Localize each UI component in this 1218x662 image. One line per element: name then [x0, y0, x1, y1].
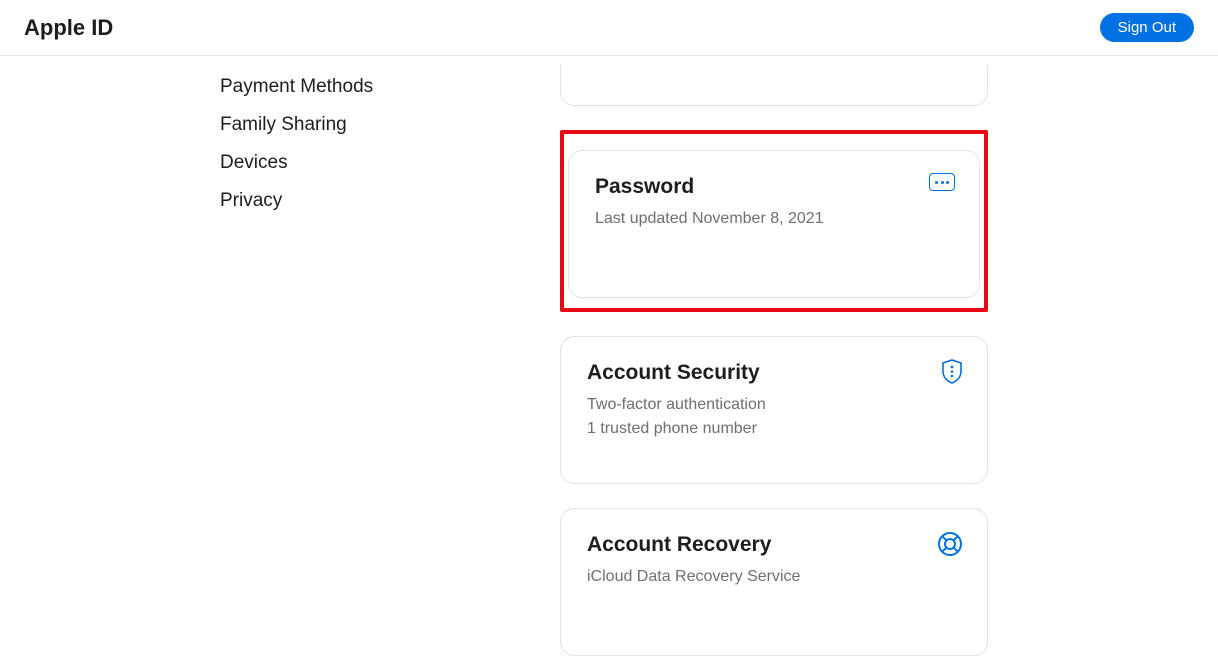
card-recovery-title: Account Recovery [587, 533, 961, 557]
card-security-line1: Two-factor authentication [587, 393, 961, 417]
card-account-recovery[interactable]: Account Recovery iCloud Data Recovery Se… [560, 508, 988, 656]
sign-out-button[interactable]: Sign Out [1100, 13, 1194, 42]
card-password-title: Password [595, 175, 953, 199]
sidebar-item-devices[interactable]: Devices [220, 144, 560, 182]
header: Apple ID Sign Out [0, 0, 1218, 56]
password-highlight: Password Last updated November 8, 2021 [560, 130, 988, 312]
page-title: Apple ID [24, 15, 113, 41]
more-icon[interactable] [929, 173, 955, 191]
cards-column: Password Last updated November 8, 2021 A… [560, 64, 1218, 656]
sidebar: Payment Methods Family Sharing Devices P… [0, 64, 560, 656]
sidebar-item-privacy[interactable]: Privacy [220, 182, 560, 220]
card-security-line2: 1 trusted phone number [587, 417, 961, 441]
card-password-subtext: Last updated November 8, 2021 [595, 207, 953, 231]
card-account-security[interactable]: Account Security Two-factor authenticati… [560, 336, 988, 484]
shield-icon [941, 359, 963, 385]
card-security-title: Account Security [587, 361, 961, 385]
sidebar-item-family-sharing[interactable]: Family Sharing [220, 106, 560, 144]
sidebar-item-payment-methods[interactable]: Payment Methods [220, 68, 560, 106]
content: Payment Methods Family Sharing Devices P… [0, 56, 1218, 656]
card-partial-above[interactable] [560, 64, 988, 106]
card-recovery-subtext: iCloud Data Recovery Service [587, 565, 961, 589]
lifebuoy-icon [937, 531, 963, 557]
card-password[interactable]: Password Last updated November 8, 2021 [568, 150, 980, 298]
